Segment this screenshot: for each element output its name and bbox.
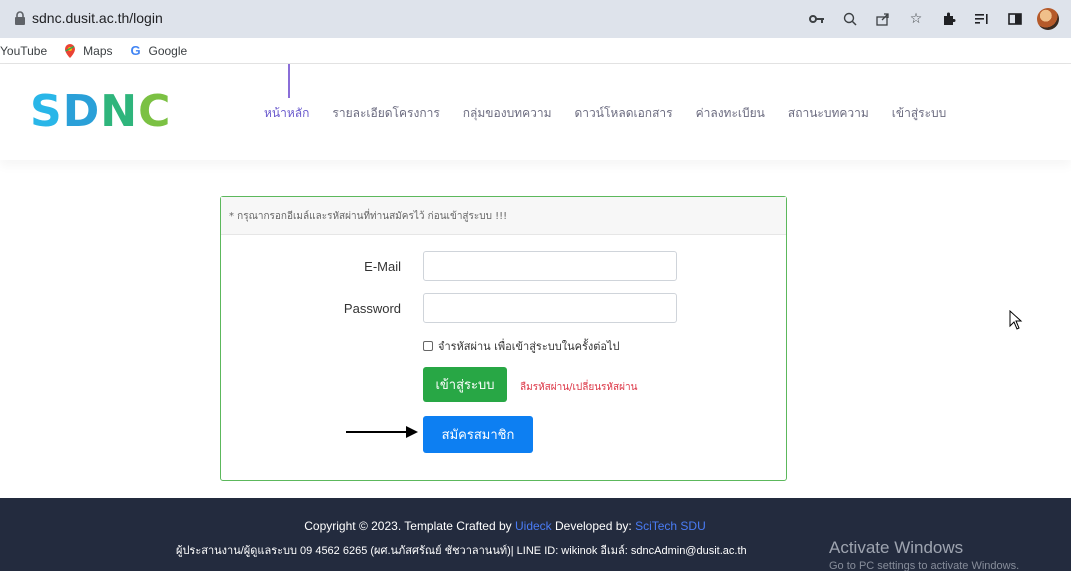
google-icon: G [130, 43, 141, 58]
nav-item-registration-fee[interactable]: ค่าลงทะเบียน [696, 104, 765, 123]
email-label: E-Mail [364, 259, 401, 274]
nav-item-project-details[interactable]: รายละเอียดโครงการ [332, 104, 439, 123]
extensions-icon[interactable] [936, 6, 962, 32]
remember-label: จำรหัสผ่าน เพื่อเข้าสู่ระบบในครั้งต่อไป [438, 340, 620, 353]
bookmark-google[interactable]: G Google [129, 43, 188, 58]
star-icon[interactable]: ☆ [903, 6, 929, 32]
url-text[interactable]: sdnc.dusit.ac.th/login [32, 10, 163, 26]
bookmark-youtube[interactable]: YouTube [0, 44, 47, 58]
logo-letter-d: D [62, 86, 101, 137]
site-header: SDNC หน้าหลัก รายละเอียดโครงการ กลุ่มของ… [0, 64, 1071, 160]
nav-item-login[interactable]: เข้าสู่ระบบ [892, 104, 947, 123]
nav-item-article-groups[interactable]: กลุ่มของบทความ [463, 104, 552, 123]
copyright-prefix: Copyright © 2023. Template Crafted by [304, 519, 515, 533]
profile-avatar[interactable] [1035, 6, 1061, 32]
nav-item-downloads[interactable]: ดาวน์โหลดเอกสาร [575, 104, 673, 123]
windows-watermark-subtitle: Go to PC settings to activate Windows. [829, 560, 1020, 571]
side-panel-icon[interactable] [1002, 6, 1028, 32]
nav-item-home[interactable]: หน้าหลัก [264, 104, 309, 123]
bookmark-maps[interactable]: Maps [63, 43, 113, 58]
copyright-text: Copyright © 2023. Template Crafted by Ui… [0, 519, 1010, 533]
scitech-link[interactable]: SciTech SDU [635, 519, 706, 533]
browser-toolbar: ☆ [797, 6, 1061, 32]
login-button[interactable]: เข้าสู่ระบบ [423, 367, 507, 402]
logo-letter-s: S [30, 86, 63, 137]
zoom-icon[interactable] [837, 6, 863, 32]
windows-watermark-title: Activate Windows [829, 538, 964, 557]
remember-me[interactable]: จำรหัสผ่าน เพื่อเข้าสู่ระบบในครั้งต่อไป [423, 337, 620, 355]
bookmark-label: YouTube [0, 43, 48, 58]
register-button[interactable]: สมัครสมาชิก [423, 416, 533, 453]
bookmarks-bar: YouTube Maps G Google [0, 38, 1071, 64]
bookmark-label: Google [148, 43, 188, 58]
mouse-cursor-icon [1009, 310, 1023, 330]
annotation-arrow-icon [346, 426, 418, 438]
lock-icon [15, 11, 25, 25]
maps-icon [63, 43, 77, 58]
key-icon[interactable] [804, 6, 830, 32]
password-field[interactable] [423, 293, 677, 323]
site-logo[interactable]: SDNC [30, 90, 171, 134]
reading-list-icon[interactable] [969, 6, 995, 32]
share-icon[interactable] [870, 6, 896, 32]
email-field[interactable] [423, 251, 677, 281]
password-label: Password [343, 301, 401, 316]
developed-by-text: Developed by: [551, 519, 636, 533]
logo-letter-c: C [138, 86, 172, 137]
nav-active-indicator [288, 64, 290, 98]
avatar [1037, 8, 1059, 30]
contact-text: ผู้ประสานงาน/ผู้ดูแลระบบ 09 4562 6265 (ผ… [176, 545, 747, 557]
browser-address-bar: sdnc.dusit.ac.th/login ☆ [0, 0, 1071, 38]
page: sdnc.dusit.ac.th/login ☆ YouTube Maps G … [0, 0, 1071, 571]
login-notice: * กรุณากรอกอีเมล์และรหัสผ่านที่ท่านสมัคร… [221, 197, 786, 235]
remember-checkbox[interactable] [423, 341, 433, 351]
forgot-password-link[interactable]: ลืมรหัสผ่าน/เปลี่ยนรหัสผ่าน [520, 380, 637, 395]
login-card: * กรุณากรอกอีเมล์และรหัสผ่านที่ท่านสมัคร… [220, 196, 787, 481]
bookmark-label: Maps [83, 43, 113, 58]
nav-item-article-status[interactable]: สถานะบทความ [788, 104, 869, 123]
main-nav: หน้าหลัก รายละเอียดโครงการ กลุ่มของบทควา… [264, 104, 969, 123]
logo-letter-n: N [100, 86, 139, 137]
uideck-link[interactable]: Uideck [515, 519, 552, 533]
